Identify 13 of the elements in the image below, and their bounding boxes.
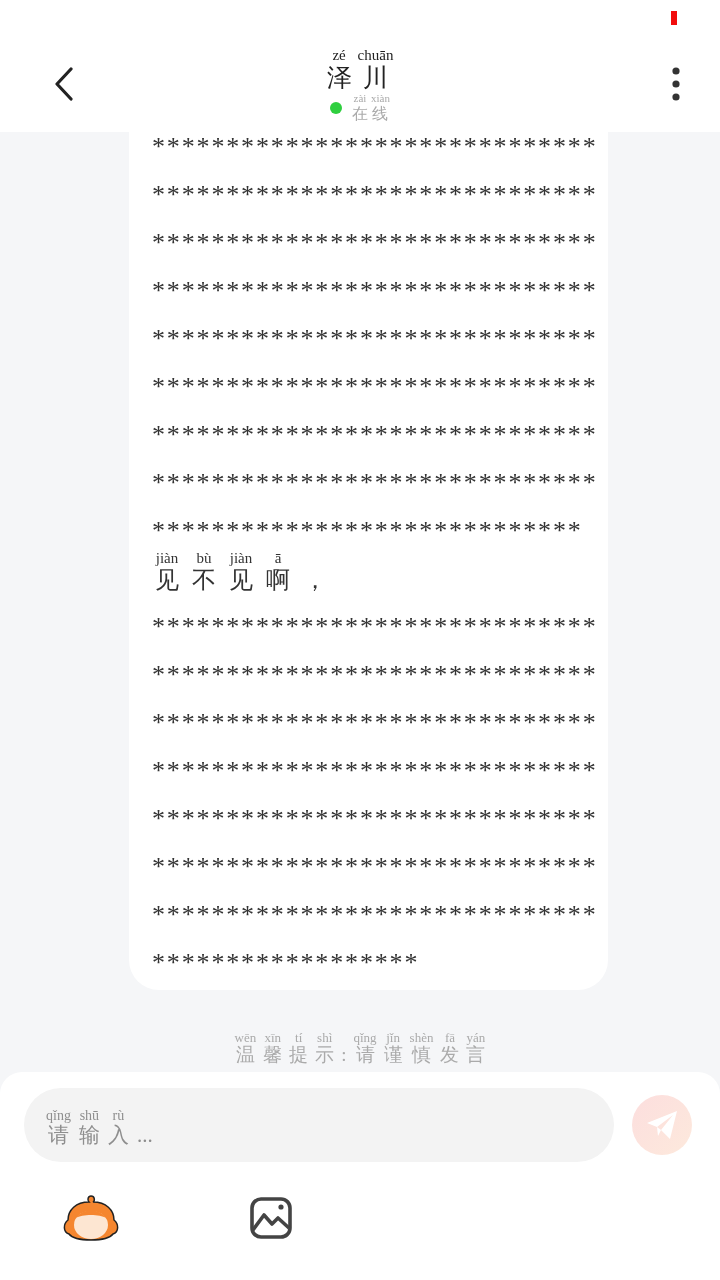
message-text: ***************************************************************************************************************************************************************************************************************************************************************************** [152, 132, 599, 547]
back-icon [54, 67, 74, 101]
message-input-field[interactable]: qǐng 请 shū 输 rù 入 ... [24, 1088, 614, 1162]
paper-plane-icon [646, 1110, 678, 1140]
sticker-icon[interactable] [62, 1194, 120, 1242]
image-icon[interactable] [250, 1197, 292, 1239]
status-indicator-icon [671, 11, 677, 25]
message-text: jiàn 见 bù 不 jiàn 见 ā 啊 ， [154, 550, 327, 594]
contact-name: zé 泽 chuān 川 [326, 48, 394, 92]
message-text: ************************************************************************************************************************************************************************************************************************************ [152, 611, 599, 979]
tip-text: wēn 温 xīn 馨 tí 提 shì 示 : qǐng 请 jǐn 谨 shèn 慎 fā 发 yán 言 [234, 1031, 486, 1066]
online-status: zài 在 xiàn 线 [352, 93, 390, 123]
more-icon [672, 67, 680, 101]
